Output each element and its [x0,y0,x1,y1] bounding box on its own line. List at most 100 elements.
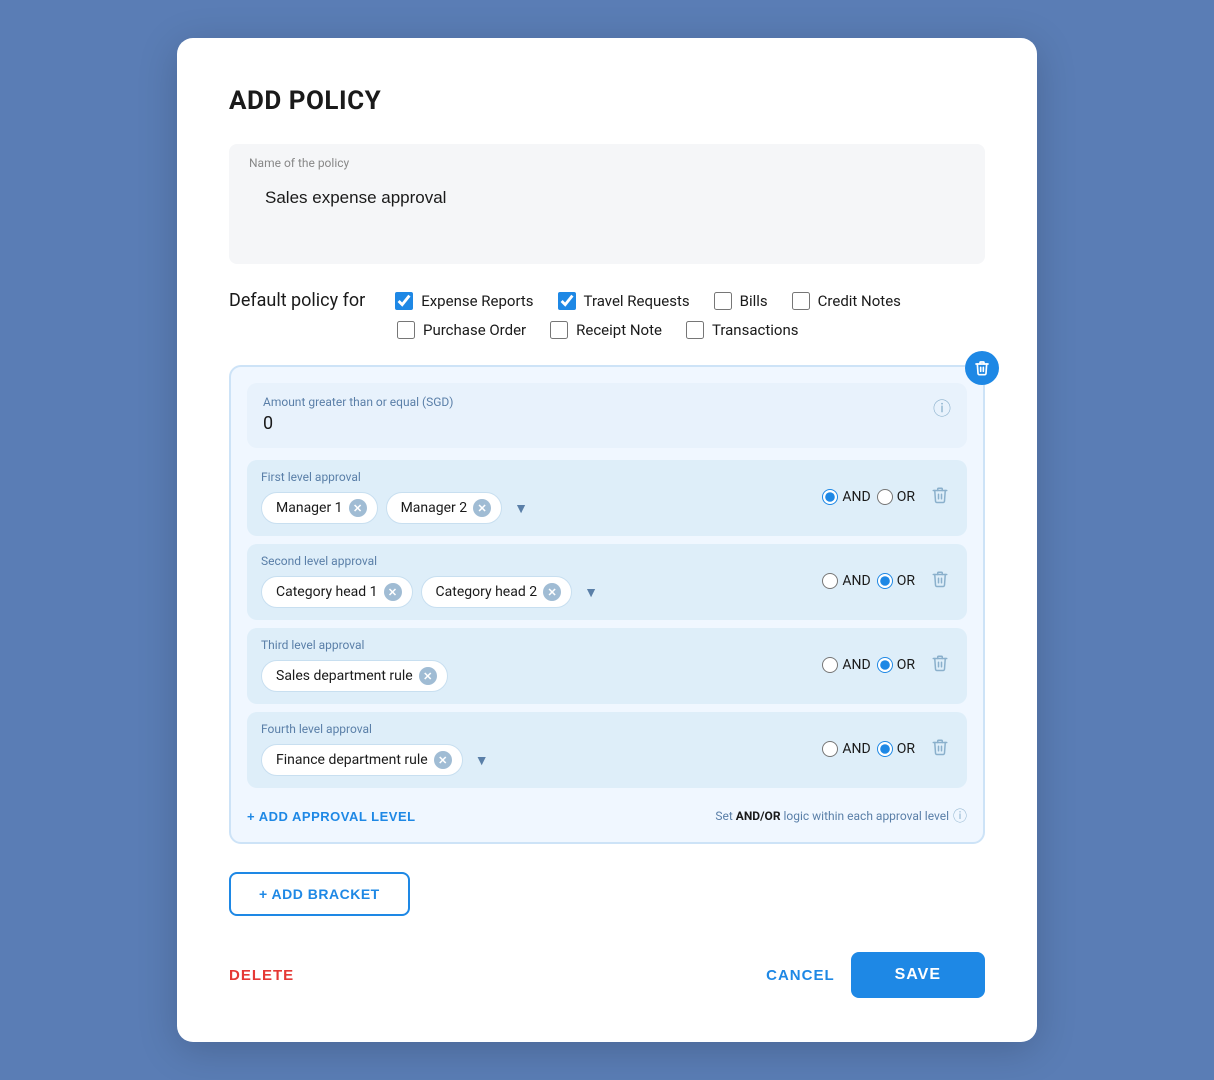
fourth-level-label: Fourth level approval [261,722,810,736]
default-policy-row-2: Purchase Order Receipt Note Transactions [229,321,985,339]
third-level-delete[interactable] [927,650,953,681]
tag-manager2: Manager 2 ✕ [386,492,503,524]
second-level-and-radio[interactable]: AND [822,573,870,589]
fourth-level-delete[interactable] [927,734,953,765]
checkbox-expense-reports[interactable]: Expense Reports [395,292,533,310]
checkbox-credit-notes-label: Credit Notes [818,292,901,310]
delete-button[interactable]: DELETE [229,967,294,984]
policy-name-wrapper: Name of the policy [229,144,985,264]
checkbox-travel-requests-label: Travel Requests [584,292,690,310]
tag-categoryhead1-remove[interactable]: ✕ [384,583,402,601]
add-bracket-button[interactable]: + ADD BRACKET [229,872,410,916]
checkbox-travel-requests-input[interactable] [558,292,576,310]
tag-sales-dept-remove[interactable]: ✕ [419,667,437,685]
third-level-or-radio[interactable]: OR [877,657,915,673]
and-or-hint: Set AND/OR logic within each approval le… [715,806,967,826]
policy-name-label: Name of the policy [247,156,967,170]
amount-info-icon[interactable]: ⓘ [933,395,951,421]
bracket-delete-button[interactable] [965,351,999,385]
second-level-or-radio[interactable]: OR [877,573,915,589]
second-level-and-or: AND OR [822,573,915,589]
amount-field-wrapper: Amount greater than or equal (SGD) 0 ⓘ [247,383,967,448]
third-level-and-or: AND OR [822,657,915,673]
second-level-label: Second level approval [261,554,810,568]
fourth-level-content: Fourth level approval Finance department… [261,722,810,776]
amount-value: 0 [263,413,273,434]
tag-categoryhead1: Category head 1 ✕ [261,576,413,608]
checkbox-receipt-note-label: Receipt Note [576,321,662,339]
third-level-and-radio[interactable]: AND [822,657,870,673]
policy-bracket: Amount greater than or equal (SGD) 0 ⓘ F… [229,365,985,844]
approval-level-fourth: Fourth level approval Finance department… [247,712,967,788]
checkbox-transactions-label: Transactions [712,321,799,339]
second-level-delete[interactable] [927,566,953,597]
save-button[interactable]: SAVE [851,952,985,998]
bracket-footer: + ADD APPROVAL LEVEL Set AND/OR logic wi… [231,796,983,826]
tag-finance-dept: Finance department rule ✕ [261,744,463,776]
checkbox-bills-input[interactable] [714,292,732,310]
modal-title: ADD POLICY [229,86,985,116]
default-policy-row-1: Default policy for Expense Reports Trave… [229,290,985,311]
footer-right: CANCEL SAVE [766,952,985,998]
third-level-tags: Sales department rule ✕ [261,660,810,692]
checkbox-credit-notes-input[interactable] [792,292,810,310]
first-level-and-radio[interactable]: AND [822,489,870,505]
checkbox-expense-reports-input[interactable] [395,292,413,310]
fourth-level-and-or: AND OR [822,741,915,757]
add-approval-level-button[interactable]: + ADD APPROVAL LEVEL [247,809,416,824]
tag-categoryhead2-text: Category head 2 [436,584,538,600]
amount-content: Amount greater than or equal (SGD) 0 [263,395,454,434]
tag-categoryhead1-text: Category head 1 [276,584,378,600]
add-policy-modal: ADD POLICY Name of the policy Default po… [177,38,1037,1042]
and-or-hint-text: Set AND/OR logic within each approval le… [715,809,949,823]
cancel-button[interactable]: CANCEL [766,967,835,984]
checkbox-credit-notes[interactable]: Credit Notes [792,292,901,310]
second-level-dropdown[interactable]: ▼ [580,580,602,605]
checkbox-transactions[interactable]: Transactions [686,321,799,339]
tag-manager2-remove[interactable]: ✕ [473,499,491,517]
first-level-tags: Manager 1 ✕ Manager 2 ✕ ▼ [261,492,810,524]
fourth-level-dropdown[interactable]: ▼ [471,748,493,773]
and-or-hint-info-icon[interactable]: ⓘ [953,806,967,826]
fourth-level-tags: Finance department rule ✕ ▼ [261,744,810,776]
second-level-tags: Category head 1 ✕ Category head 2 ✕ ▼ [261,576,810,608]
checkbox-transactions-input[interactable] [686,321,704,339]
third-level-label: Third level approval [261,638,810,652]
tag-manager1-text: Manager 1 [276,500,343,516]
tag-manager1-remove[interactable]: ✕ [349,499,367,517]
first-level-or-radio[interactable]: OR [877,489,915,505]
checkbox-receipt-note[interactable]: Receipt Note [550,321,662,339]
fourth-level-and-radio[interactable]: AND [822,741,870,757]
checkbox-bills[interactable]: Bills [714,292,768,310]
tag-categoryhead2: Category head 2 ✕ [421,576,573,608]
checkbox-bills-label: Bills [740,292,768,310]
checkbox-purchase-order-label: Purchase Order [423,321,526,339]
default-policy-section: Default policy for Expense Reports Trave… [229,290,985,339]
approval-level-first: First level approval Manager 1 ✕ Manager… [247,460,967,536]
first-level-delete[interactable] [927,482,953,513]
tag-sales-dept: Sales department rule ✕ [261,660,448,692]
second-level-content: Second level approval Category head 1 ✕ … [261,554,810,608]
checkbox-purchase-order-input[interactable] [397,321,415,339]
policy-name-input[interactable] [247,174,967,222]
first-level-and-or: AND OR [822,489,915,505]
first-level-dropdown[interactable]: ▼ [510,496,532,521]
first-level-content: First level approval Manager 1 ✕ Manager… [261,470,810,524]
amount-label: Amount greater than or equal (SGD) [263,395,454,409]
approval-level-second: Second level approval Category head 1 ✕ … [247,544,967,620]
tag-categoryhead2-remove[interactable]: ✕ [543,583,561,601]
approval-level-third: Third level approval Sales department ru… [247,628,967,704]
tag-manager2-text: Manager 2 [401,500,468,516]
checkbox-purchase-order[interactable]: Purchase Order [397,321,526,339]
third-level-content: Third level approval Sales department ru… [261,638,810,692]
tag-manager1: Manager 1 ✕ [261,492,378,524]
checkbox-expense-reports-label: Expense Reports [421,292,533,310]
fourth-level-or-radio[interactable]: OR [877,741,915,757]
default-policy-label: Default policy for [229,290,365,311]
tag-finance-dept-text: Finance department rule [276,752,428,768]
tag-finance-dept-remove[interactable]: ✕ [434,751,452,769]
checkbox-receipt-note-input[interactable] [550,321,568,339]
tag-sales-dept-text: Sales department rule [276,668,413,684]
checkbox-travel-requests[interactable]: Travel Requests [558,292,690,310]
first-level-label: First level approval [261,470,810,484]
